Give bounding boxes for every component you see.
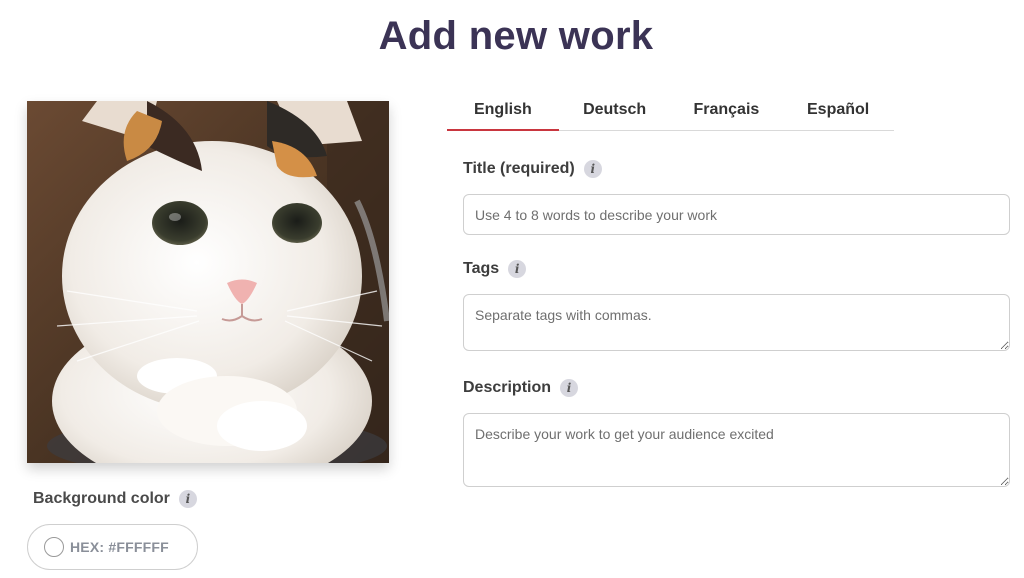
hex-value: HEX: #FFFFFF xyxy=(70,539,169,555)
info-icon[interactable]: i xyxy=(178,490,197,508)
background-color-label: Background color i xyxy=(33,490,197,508)
description-input[interactable] xyxy=(463,413,1010,487)
title-input[interactable] xyxy=(463,194,1010,235)
description-field-label: Description i xyxy=(463,379,579,397)
tags-input[interactable] xyxy=(463,294,1010,351)
tab-deutsch[interactable]: Deutsch xyxy=(559,93,671,130)
info-icon[interactable]: i xyxy=(508,260,527,278)
info-icon[interactable]: i xyxy=(583,160,602,178)
title-label-text: Title (required) xyxy=(463,160,575,177)
color-swatch xyxy=(44,537,64,557)
page-title: Add new work xyxy=(378,14,654,58)
info-icon[interactable]: i xyxy=(560,379,579,397)
title-field-label: Title (required) i xyxy=(463,160,602,178)
background-color-label-text: Background color xyxy=(33,490,170,507)
tab-francais[interactable]: Français xyxy=(671,93,783,130)
language-tabs: English Deutsch Français Español xyxy=(447,93,894,131)
cat-photo xyxy=(27,101,389,463)
tags-field-label: Tags i xyxy=(463,260,527,278)
artwork-preview-image xyxy=(27,101,389,463)
description-label-text: Description xyxy=(463,379,552,396)
tab-espanol[interactable]: Español xyxy=(782,93,894,130)
tab-english[interactable]: English xyxy=(447,93,559,131)
tags-label-text: Tags xyxy=(463,260,500,277)
background-color-picker[interactable]: HEX: #FFFFFF xyxy=(27,524,198,570)
